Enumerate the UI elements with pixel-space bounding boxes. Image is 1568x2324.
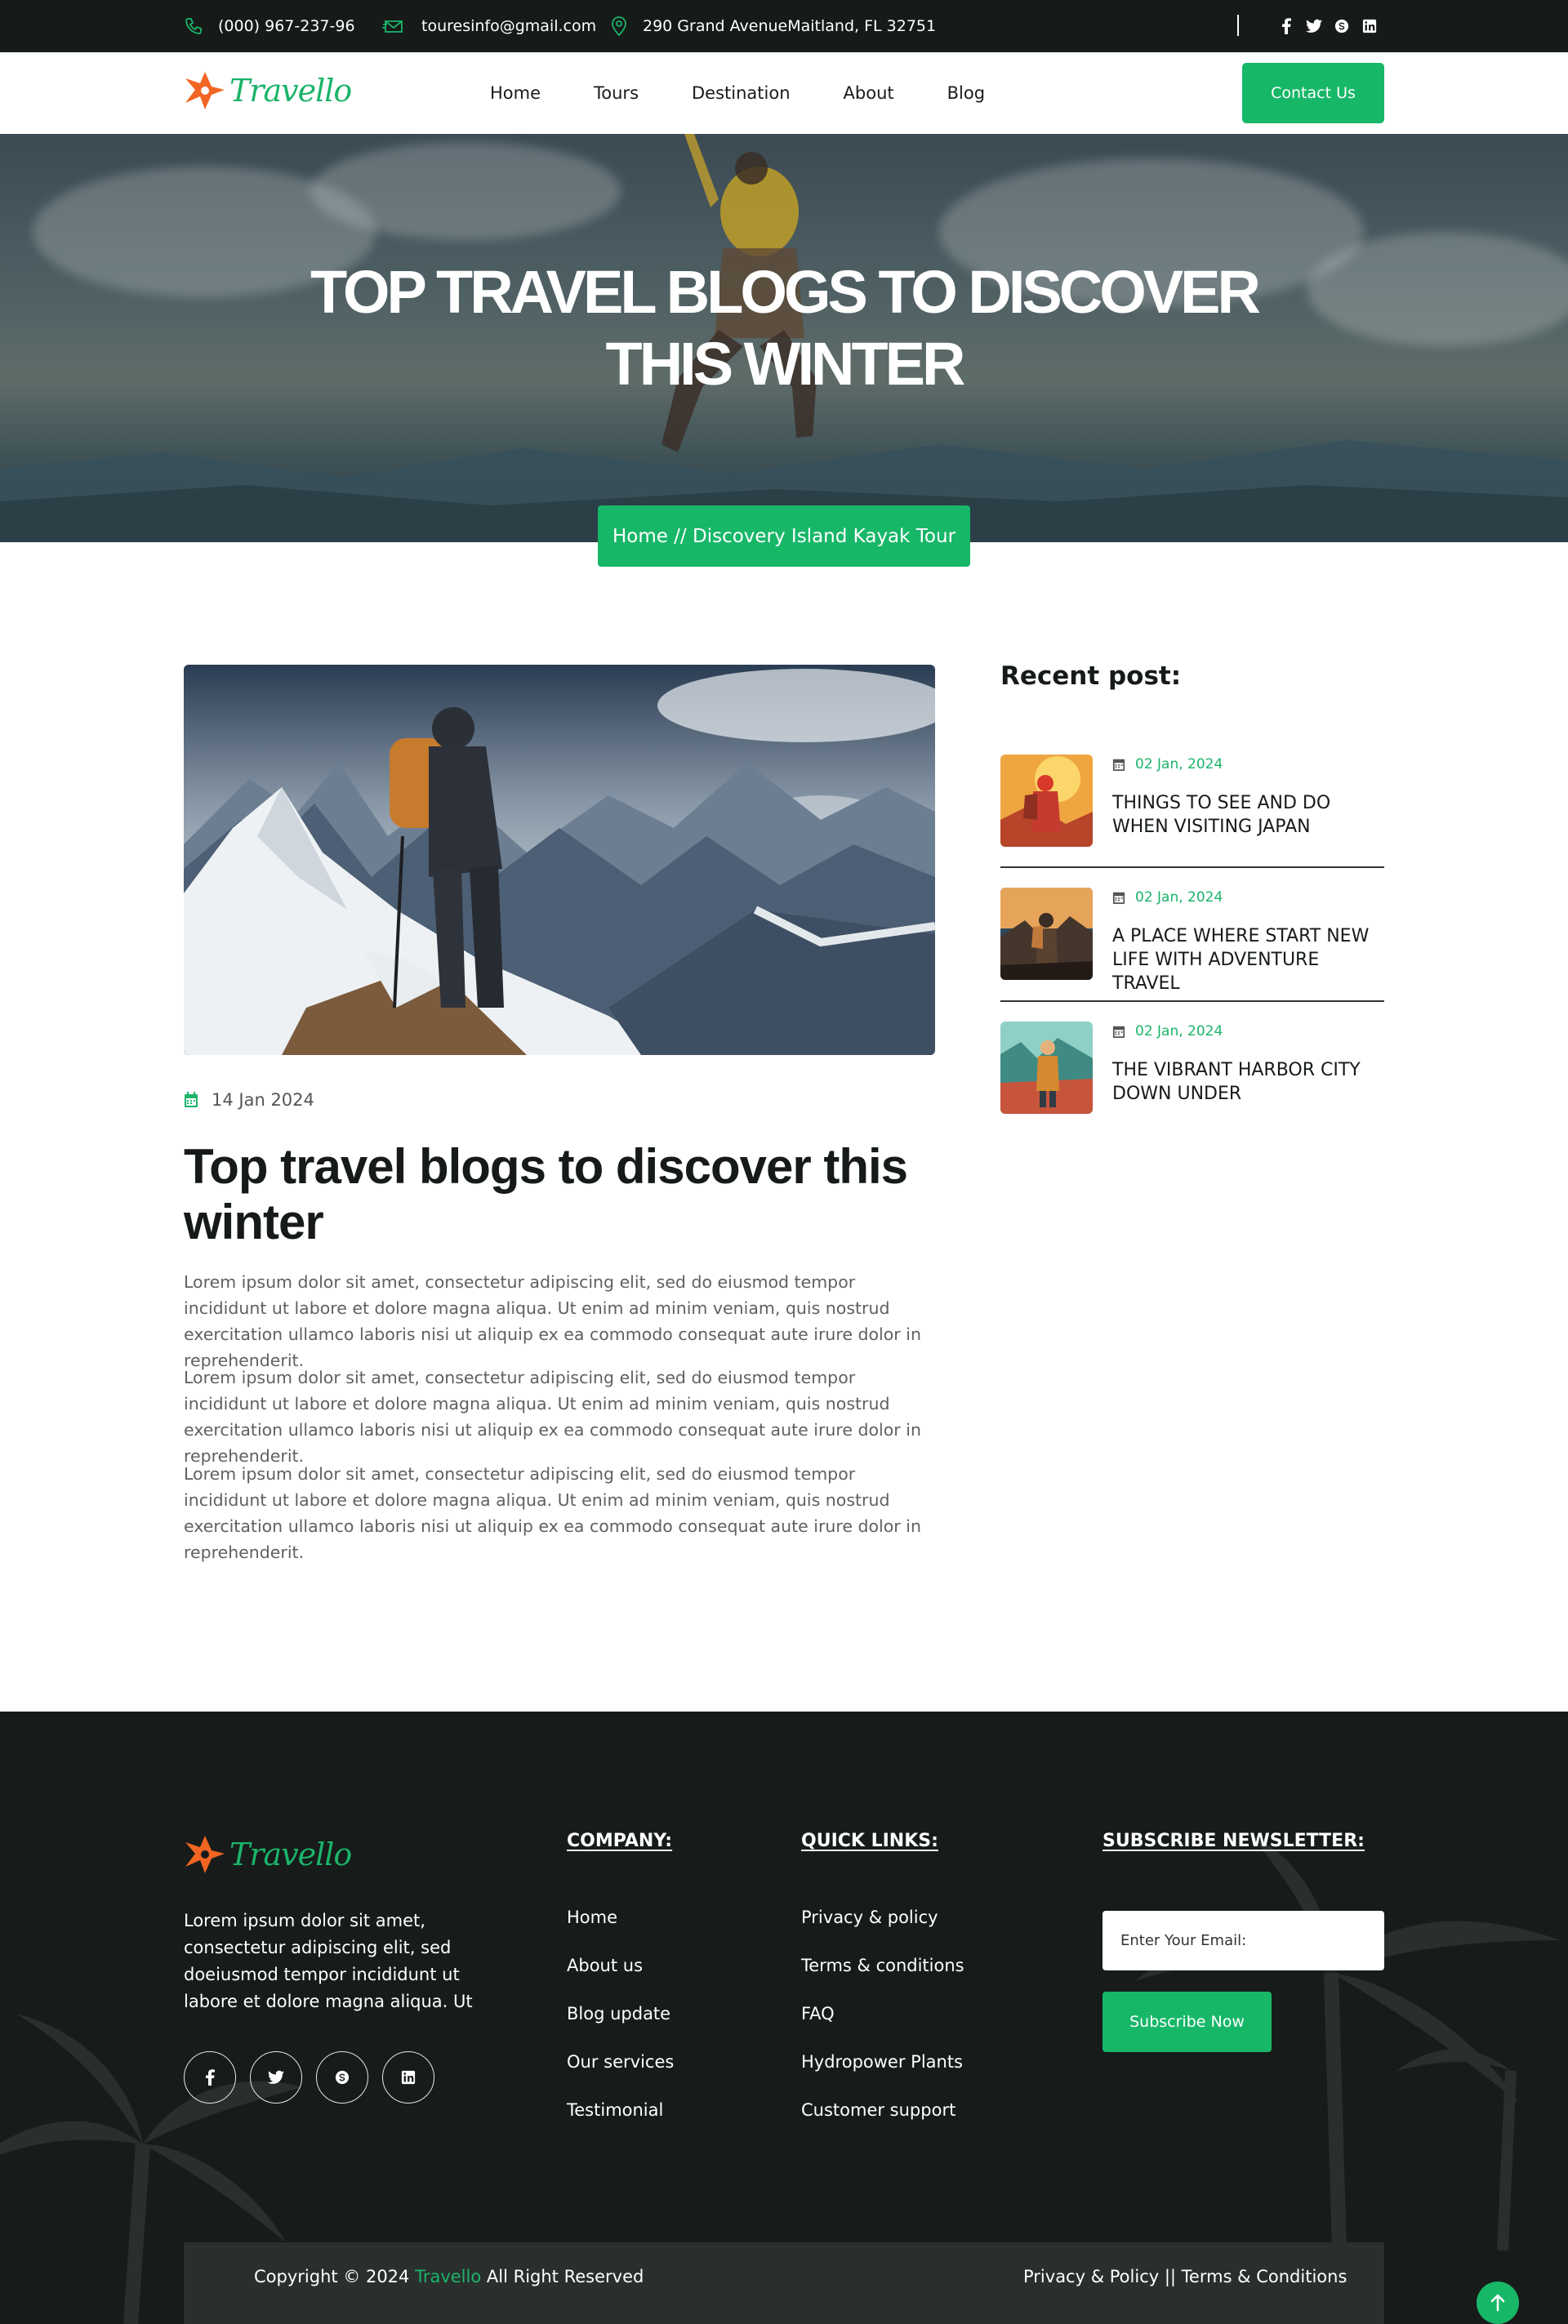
copyright-text: Copyright © 2024 Travello All Right Rese… <box>254 2267 644 2286</box>
skype-icon[interactable] <box>1334 18 1350 34</box>
subscribe-button[interactable]: Subscribe Now <box>1102 1992 1272 2052</box>
footer-description: Lorem ipsum dolor sit amet, consectetur … <box>184 1911 473 2011</box>
address-contact: 290 Grand AvenueMaitland, FL 32751 <box>610 0 936 52</box>
post-title: Top travel blogs to discover this winter <box>184 1139 908 1249</box>
email-icon <box>382 16 407 36</box>
recent-post-title[interactable]: THINGS TO SEE AND DO WHEN VISITING JAPAN <box>1112 791 1390 839</box>
recent-posts-heading: Recent post: <box>1000 661 1182 691</box>
hero-title-line2: THIS WINTER <box>605 330 966 398</box>
footer-link-privacy[interactable]: Privacy & policy <box>801 1908 964 1956</box>
recent-post-thumbnail[interactable] <box>1000 1022 1093 1114</box>
main-navbar: Travello Home Tours Destination About Bl… <box>0 52 1568 134</box>
topbar-divider <box>1237 15 1239 36</box>
footer-link-services[interactable]: Our services <box>567 2052 674 2100</box>
footer-company-heading: COMPANY: <box>567 1831 673 1851</box>
recent-post-date-text: 02 Jan, 2024 <box>1135 1023 1223 1040</box>
recent-post-divider <box>1000 866 1384 868</box>
hero-banner: TOP TRAVEL BLOGS TO DISCOVER THIS WINTER <box>0 134 1568 542</box>
contact-us-button[interactable]: Contact Us <box>1242 63 1384 123</box>
footer-company-links: Home About us Blog update Our services T… <box>567 1908 674 2148</box>
recent-post-item[interactable]: 02 Jan, 2024 THINGS TO SEE AND DO WHEN V… <box>1000 755 1384 848</box>
nav-item-about[interactable]: About <box>844 83 894 103</box>
scroll-to-top-button[interactable] <box>1477 2282 1519 2324</box>
footer-link-support[interactable]: Customer support <box>801 2100 964 2148</box>
post-paragraph: Lorem ipsum dolor sit amet, consectetur … <box>184 1272 921 1370</box>
twitter-icon[interactable] <box>1306 18 1322 34</box>
copyright-suffix: All Right Reserved <box>486 2267 644 2286</box>
footer-link-terms[interactable]: Terms & conditions <box>801 1956 964 2004</box>
arrow-up-icon <box>1490 2294 1505 2312</box>
address-text: 290 Grand AvenueMaitland, FL 32751 <box>643 17 937 35</box>
facebook-icon[interactable] <box>1278 18 1294 34</box>
footer-legal-links[interactable]: Privacy & Policy || Terms & Conditions <box>1023 2267 1347 2286</box>
hero-title-line1: TOP TRAVEL BLOGS TO DISCOVER <box>310 258 1261 326</box>
recent-post-title[interactable]: THE VIBRANT HARBOR CITY DOWN UNDER <box>1112 1058 1390 1106</box>
recent-post-thumbnail[interactable] <box>1000 888 1093 980</box>
linkedin-icon[interactable] <box>1361 18 1378 34</box>
location-pin-icon <box>610 16 628 37</box>
site-logo[interactable]: Travello <box>184 70 352 111</box>
footer-link-blog-update[interactable]: Blog update <box>567 2004 674 2052</box>
footer-newsletter-heading: SUBSCRIBE NEWSLETTER: <box>1102 1831 1365 1851</box>
footer-link-faq[interactable]: FAQ <box>801 2004 964 2052</box>
site-footer <box>0 1712 1568 2324</box>
phone-icon <box>184 16 203 36</box>
nav-item-destination[interactable]: Destination <box>692 83 791 103</box>
post-featured-image <box>184 665 935 1055</box>
calendar-icon <box>184 1092 198 1108</box>
recent-post-date-text: 02 Jan, 2024 <box>1135 889 1223 906</box>
twitter-icon[interactable] <box>250 2051 302 2104</box>
hero-cloud <box>310 142 621 240</box>
nav-menu: Home Tours Destination About Blog <box>490 52 1038 134</box>
phone-text: (000) 967-237-96 <box>218 17 355 35</box>
logo-plane-icon <box>185 1836 225 1873</box>
footer-link-about[interactable]: About us <box>567 1956 674 2004</box>
calendar-icon <box>1112 1024 1125 1039</box>
recent-post-date: 02 Jan, 2024 <box>1112 755 1223 774</box>
top-bar: (000) 967-237-96 touresinfo@gmail.com 29… <box>0 0 1568 52</box>
footer-social-links <box>184 2051 434 2104</box>
newsletter-email-input[interactable] <box>1102 1911 1384 1970</box>
email-contact[interactable]: touresinfo@gmail.com <box>382 0 596 52</box>
logo-text: Travello <box>229 73 352 109</box>
recent-post-date: 02 Jan, 2024 <box>1112 1022 1223 1041</box>
breadcrumb[interactable]: Home // Discovery Island Kayak Tour <box>598 505 970 567</box>
footer-logo-text: Travello <box>229 1836 352 1872</box>
footer-link-hydropower[interactable]: Hydropower Plants <box>801 2052 964 2100</box>
footer-link-home[interactable]: Home <box>567 1908 674 1956</box>
phone-contact[interactable]: (000) 967-237-96 <box>184 0 355 52</box>
email-text: touresinfo@gmail.com <box>421 17 597 35</box>
nav-item-home[interactable]: Home <box>490 83 541 103</box>
skype-icon[interactable] <box>316 2051 368 2104</box>
recent-post-item[interactable]: 02 Jan, 2024 A PLACE WHERE START NEW LIF… <box>1000 888 1384 994</box>
post-date-text: 14 Jan 2024 <box>212 1090 314 1110</box>
post-paragraph: Lorem ipsum dolor sit amet, consectetur … <box>184 1368 921 1466</box>
linkedin-icon[interactable] <box>382 2051 434 2104</box>
calendar-icon <box>1112 757 1125 772</box>
footer-quick-links-heading: QUICK LINKS: <box>801 1831 938 1851</box>
recent-post-item[interactable]: 02 Jan, 2024 THE VIBRANT HARBOR CITY DOW… <box>1000 1022 1384 1115</box>
calendar-icon <box>1112 890 1125 905</box>
nav-item-tours[interactable]: Tours <box>594 83 639 103</box>
footer-quick-links: Privacy & policy Terms & conditions FAQ … <box>801 1908 964 2148</box>
recent-post-divider <box>1000 1000 1384 1002</box>
copyright-prefix: Copyright © 2024 <box>254 2267 410 2286</box>
copyright-brand[interactable]: Travello <box>415 2267 481 2286</box>
recent-post-title[interactable]: A PLACE WHERE START NEW LIFE WITH ADVENT… <box>1112 924 1390 995</box>
logo-plane-icon <box>185 72 225 109</box>
recent-post-date: 02 Jan, 2024 <box>1112 888 1223 907</box>
post-paragraph: Lorem ipsum dolor sit amet, consectetur … <box>184 1464 921 1562</box>
hero-title: TOP TRAVEL BLOGS TO DISCOVER THIS WINTER <box>0 256 1568 400</box>
footer-logo[interactable]: Travello <box>184 1834 352 1875</box>
post-date: 14 Jan 2024 <box>184 1088 314 1112</box>
footer-link-testimonial[interactable]: Testimonial <box>567 2100 674 2148</box>
recent-post-date-text: 02 Jan, 2024 <box>1135 756 1223 772</box>
recent-post-thumbnail[interactable] <box>1000 755 1093 847</box>
facebook-icon[interactable] <box>184 2051 236 2104</box>
topbar-social <box>1278 0 1378 52</box>
nav-item-blog[interactable]: Blog <box>947 83 985 103</box>
